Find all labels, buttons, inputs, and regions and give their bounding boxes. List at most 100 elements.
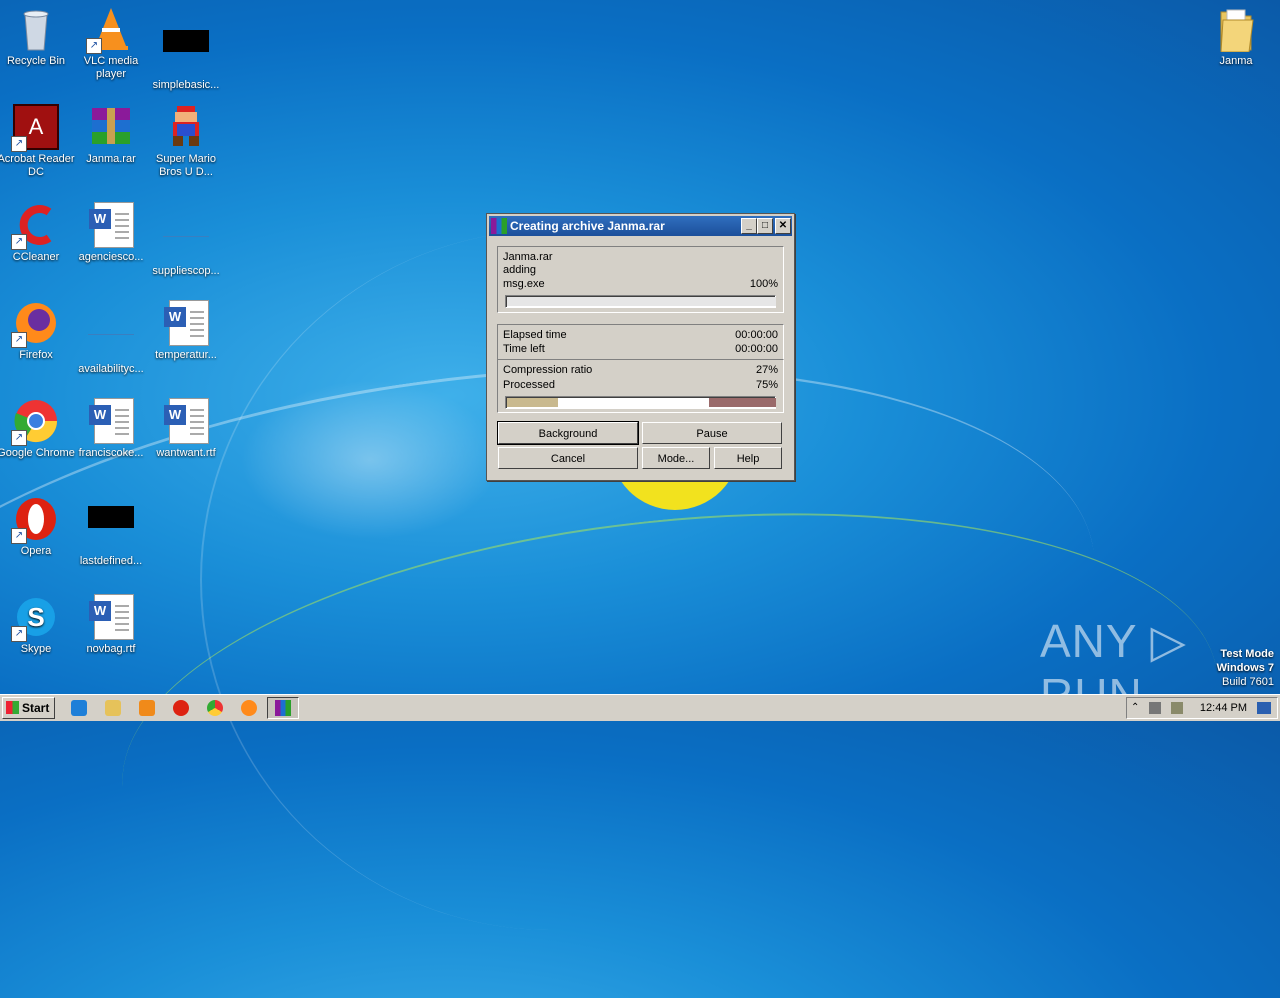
- skype-icon: S ↗: [11, 594, 59, 642]
- explorer-folder-icon[interactable]: [105, 700, 121, 716]
- processed-row: Processed 75%: [503, 379, 778, 393]
- elapsed-value: 00:00:00: [735, 329, 778, 341]
- chevron-up-icon[interactable]: ⌃: [1131, 702, 1143, 714]
- close-button[interactable]: ✕: [775, 218, 791, 234]
- ratio-label: Compression ratio: [503, 364, 593, 376]
- file-percent: 100%: [749, 278, 778, 290]
- desktop-icon-label: Google Chrome: [0, 447, 75, 459]
- cancel-button[interactable]: Cancel: [498, 447, 638, 469]
- desktop-icon-vlc[interactable]: ↗ VLC media player: [72, 6, 150, 81]
- desktop-icon-label: Janma: [1219, 55, 1253, 67]
- system-tray: ⌃ 12:44 PM: [1126, 697, 1278, 719]
- desktop-icon-simplebasic[interactable]: simplebasic...: [147, 6, 225, 92]
- winrar-archive-icon: [88, 104, 134, 150]
- start-button[interactable]: Start: [2, 697, 55, 719]
- desktop-icon-novbag[interactable]: W novbag.rtf: [72, 594, 150, 656]
- timeleft-row: Time left 00:00:00: [503, 343, 778, 357]
- folder-icon: [1213, 6, 1259, 53]
- wallpaper-swoosh-green: [100, 463, 1240, 998]
- maximize-button[interactable]: □: [757, 218, 773, 234]
- dialog-title: Creating archive Janma.rar: [510, 219, 665, 233]
- shortcut-arrow-icon: ↗: [11, 528, 27, 544]
- elapsed-row: Elapsed time 00:00:00: [503, 329, 778, 343]
- desktop-icon-skype[interactable]: S ↗ Skype: [0, 594, 75, 656]
- archive-progress-dialog[interactable]: Creating archive Janma.rar _ □ ✕ Janma.r…: [486, 213, 795, 481]
- desktop-icon-acrobat[interactable]: A ↗ Acrobat Reader DC: [0, 104, 75, 179]
- wallpaper-glow: [240, 380, 500, 540]
- test-mode-text: Test Mode: [1220, 648, 1274, 660]
- internet-explorer-icon[interactable]: [71, 700, 87, 716]
- desktop-icon-wantwant[interactable]: W wantwant.rtf: [147, 398, 225, 460]
- desktop-icon-label: Acrobat Reader DC: [0, 153, 75, 178]
- shortcut-arrow-icon: ↗: [11, 136, 27, 152]
- network-icon[interactable]: [1171, 702, 1183, 714]
- desktop-icon-suppliescop[interactable]: suppliescop...: [147, 202, 225, 278]
- redacted-file-icon: [88, 506, 134, 552]
- desktop-icon-label: franciscoke...: [78, 447, 144, 459]
- current-file-row: msg.exe 100%: [503, 278, 778, 292]
- ratio-value: 27%: [755, 364, 778, 376]
- dialog-titlebar[interactable]: Creating archive Janma.rar _ □ ✕: [489, 216, 792, 236]
- desktop-icon-label: CCleaner: [12, 251, 60, 263]
- desktop-icon-opera[interactable]: ↗ Opera: [0, 496, 75, 558]
- clock[interactable]: 12:44 PM: [1200, 698, 1247, 718]
- file-progress-bar: [505, 295, 776, 308]
- timeleft-value: 00:00:00: [735, 343, 778, 355]
- desktop-icon-availabilityc[interactable]: availabilityc...: [72, 300, 150, 376]
- current-file-panel: Janma.rar adding msg.exe 100%: [497, 246, 784, 313]
- desktop-icon-agenciesco[interactable]: W agenciesco...: [72, 202, 150, 264]
- word-document-icon: W: [88, 398, 134, 444]
- taskbar-item-winrar[interactable]: [267, 697, 299, 719]
- desktop-icon-label: wantwant.rtf: [156, 447, 216, 459]
- desktop-icon-ccleaner[interactable]: ↗ CCleaner: [0, 202, 75, 264]
- total-progress-bar: [505, 396, 776, 409]
- desktop-icon-label: suppliescop...: [152, 265, 220, 277]
- vlc-icon: ↗: [86, 6, 134, 54]
- chrome-icon[interactable]: [207, 700, 223, 716]
- opera-icon[interactable]: [173, 700, 189, 716]
- ratio-fill: [507, 398, 558, 407]
- desktop-icon-chrome[interactable]: ↗ Google Chrome: [0, 398, 75, 460]
- ccleaner-icon: ↗: [11, 202, 59, 250]
- firefox-icon[interactable]: [241, 700, 257, 716]
- timeleft-label: Time left: [503, 343, 545, 355]
- pause-button[interactable]: Pause: [642, 422, 782, 444]
- media-player-icon[interactable]: [139, 700, 155, 716]
- firefox-icon: ↗: [11, 300, 59, 348]
- winrar-icon: [275, 700, 291, 716]
- desktop-icon-label: Recycle Bin: [6, 55, 66, 67]
- desktop-icon-label: availabilityc...: [78, 363, 144, 375]
- desktop-icon-recycle-bin[interactable]: Recycle Bin: [0, 6, 75, 68]
- build-text: Build 7601: [1222, 676, 1274, 688]
- speaker-icon[interactable]: [1149, 702, 1161, 714]
- desktop-icon-janma-folder[interactable]: Janma: [1197, 6, 1275, 68]
- desktop-icon-franciscoke[interactable]: W franciscoke...: [72, 398, 150, 460]
- shortcut-arrow-icon: ↗: [11, 626, 27, 642]
- current-file-name: msg.exe: [503, 278, 545, 290]
- desktop-icon-temperatur[interactable]: W temperatur...: [147, 300, 225, 362]
- start-label: Start: [22, 701, 50, 715]
- background-button[interactable]: Background: [497, 421, 639, 445]
- desktop-icon-lastdefined[interactable]: lastdefined...: [72, 496, 150, 568]
- word-document-icon: W: [163, 398, 209, 444]
- desktop-icon-label: Opera: [20, 545, 52, 557]
- desktop-icon-super-mario[interactable]: Super Mario Bros U D...: [147, 104, 225, 179]
- desktop-icon-janma-rar[interactable]: Janma.rar: [72, 104, 150, 166]
- processed-fill: [709, 398, 776, 407]
- minimize-button[interactable]: _: [741, 218, 757, 234]
- desktop-icon-label: Firefox: [19, 349, 53, 361]
- processed-label: Processed: [503, 379, 555, 391]
- desktop-icon-label: VLC media player: [83, 55, 139, 80]
- mode-button[interactable]: Mode...: [642, 447, 710, 469]
- shortcut-arrow-icon: ↗: [11, 234, 27, 250]
- help-button[interactable]: Help: [714, 447, 782, 469]
- os-text: Windows 7: [1216, 662, 1274, 674]
- show-desktop-icon[interactable]: [1257, 702, 1271, 714]
- taskbar: Start ⌃ 12:44 PM: [0, 694, 1280, 721]
- desktop-icon-label: lastdefined...: [79, 555, 143, 567]
- file-progress-fill: [507, 297, 776, 306]
- desktop-icon-firefox[interactable]: ↗ Firefox: [0, 300, 75, 362]
- shortcut-arrow-icon: ↗: [11, 430, 27, 446]
- shortcut-arrow-icon: ↗: [86, 38, 102, 54]
- elapsed-label: Elapsed time: [503, 329, 567, 341]
